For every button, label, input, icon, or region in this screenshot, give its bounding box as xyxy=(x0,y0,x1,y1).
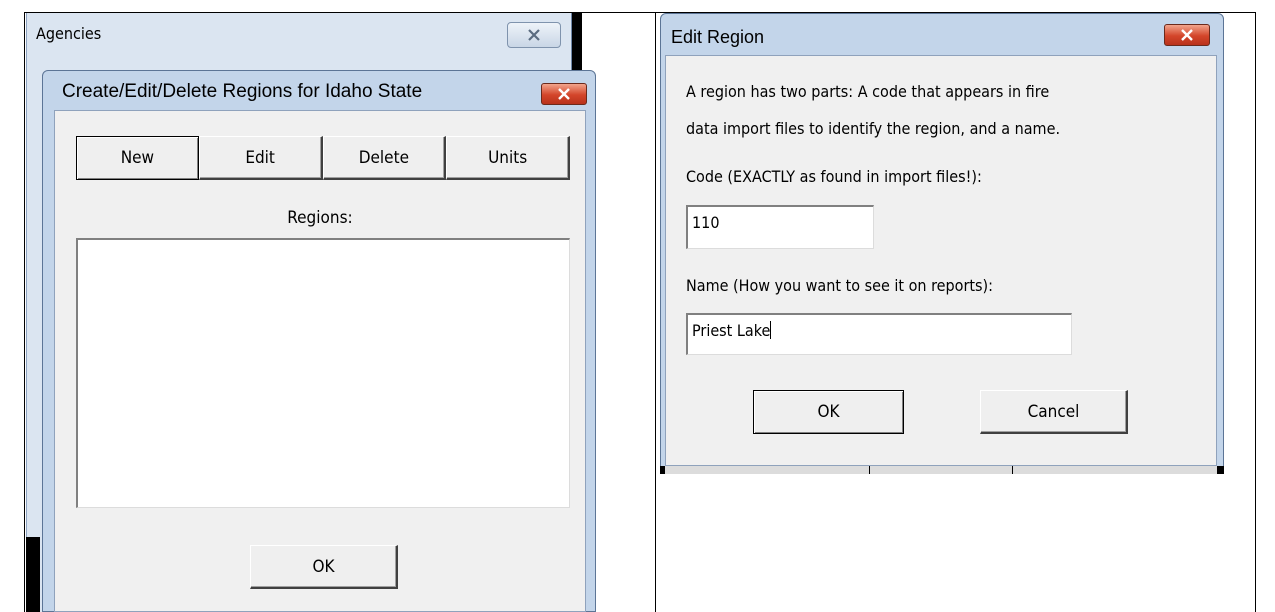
regions-listbox[interactable] xyxy=(76,238,570,508)
code-label: Code (EXACTLY as found in import files!)… xyxy=(686,167,982,186)
regions-dialog-close-button[interactable] xyxy=(541,83,587,105)
underlying-grid-line xyxy=(1012,466,1013,474)
name-label: Name (How you want to see it on reports)… xyxy=(686,276,993,295)
code-input[interactable]: 110 xyxy=(686,205,874,249)
name-input[interactable]: Priest Lake xyxy=(686,313,1072,355)
region-description-line-1: A region has two parts: A code that appe… xyxy=(686,82,1050,101)
regions-dialog-title: Create/Edit/Delete Regions for Idaho Sta… xyxy=(62,81,423,102)
background-strip xyxy=(26,537,40,612)
delete-button[interactable]: Delete xyxy=(322,136,447,180)
code-input-value: 110 xyxy=(692,213,720,232)
regions-label: Regions: xyxy=(287,208,353,228)
table-cell-divider xyxy=(655,12,656,612)
name-input-value: Priest Lake xyxy=(692,321,771,340)
agencies-close-button[interactable] xyxy=(507,22,561,48)
text-caret xyxy=(770,321,772,339)
edit-region-ok-button[interactable]: OK xyxy=(753,390,904,434)
units-button[interactable]: Units xyxy=(446,136,570,180)
underlying-grid-strip xyxy=(665,466,1217,474)
close-icon xyxy=(558,88,570,100)
close-icon xyxy=(528,29,540,41)
edit-region-client xyxy=(665,55,1217,466)
edit-region-close-button[interactable] xyxy=(1164,24,1210,46)
agencies-window-title: Agencies xyxy=(36,24,102,43)
regions-ok-button[interactable]: OK xyxy=(250,545,398,589)
underlying-grid-line xyxy=(869,466,870,474)
close-icon xyxy=(1181,29,1193,41)
edit-button[interactable]: Edit xyxy=(198,136,323,180)
region-description-line-2: data import files to identify the region… xyxy=(686,119,1061,138)
edit-region-dialog-title: Edit Region xyxy=(671,27,765,47)
regions-action-buttons: New Edit Delete Units xyxy=(76,136,570,180)
new-button[interactable]: New xyxy=(76,136,199,180)
edit-region-cancel-button[interactable]: Cancel xyxy=(980,390,1128,434)
background-strip xyxy=(572,13,582,73)
